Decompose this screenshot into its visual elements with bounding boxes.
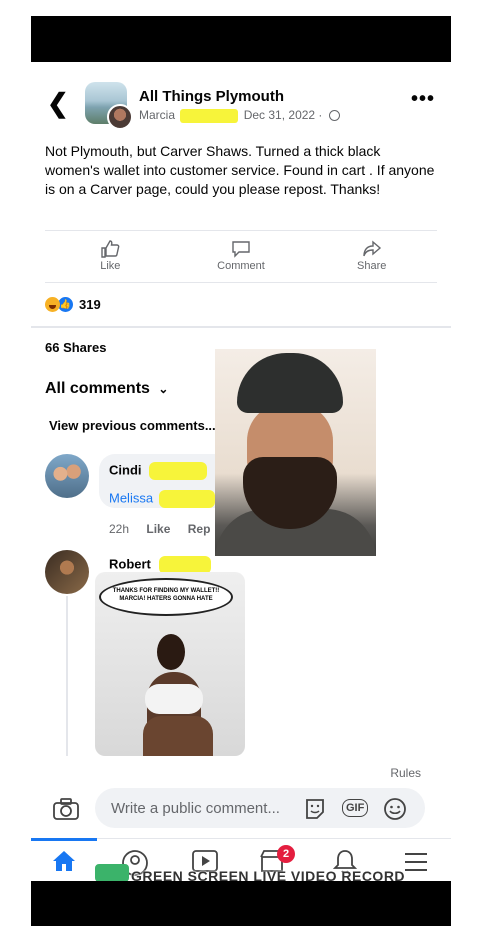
author-name[interactable]: Marcia (139, 108, 175, 122)
view-previous-comments[interactable]: View previous comments... (49, 418, 216, 433)
meme-speech-bubble: THANKS FOR FINDING MY WALLET!! MARCIA! H… (99, 578, 233, 616)
tagged-user-name: Melissa (109, 490, 154, 506)
author-avatar[interactable] (107, 104, 133, 130)
more-options-icon[interactable]: ••• (411, 88, 435, 111)
sticker-icon[interactable] (303, 797, 327, 824)
redaction-highlight (149, 462, 208, 480)
home-icon[interactable] (51, 849, 77, 878)
tagged-user-link[interactable]: Melissa (109, 490, 215, 508)
meme-figure-head (157, 634, 185, 670)
comment-reply-button[interactable]: Rep (188, 522, 211, 536)
comments-filter-label: All comments (45, 380, 150, 397)
reactions-summary[interactable]: 👍 319 (45, 294, 101, 314)
comment-input[interactable]: Write a public comment... (95, 788, 425, 828)
comment-author[interactable]: Cindi (109, 462, 208, 480)
top-black-bar (31, 16, 451, 62)
menu-icon[interactable] (403, 851, 429, 878)
bottom-black-bar (31, 881, 451, 926)
share-button[interactable]: Share (306, 240, 437, 274)
avatar[interactable] (45, 454, 89, 498)
thumbs-up-icon (101, 240, 120, 258)
haha-icon (45, 296, 60, 312)
globe-icon (328, 110, 340, 122)
share-icon (362, 240, 381, 257)
active-tab-indicator (31, 838, 97, 841)
comment-label: Comment (217, 260, 265, 272)
phone-screen: ❮ All Things Plymouth Marcia Dec 31, 202… (31, 16, 451, 926)
comment-like-button[interactable]: Like (146, 522, 170, 536)
meme-figure-swimsuit (145, 684, 203, 714)
redaction-highlight (180, 108, 239, 123)
thread-line (66, 596, 68, 756)
post-actions: Like Comment Share (45, 240, 437, 274)
shares-count[interactable]: 66 Shares (45, 340, 106, 355)
like-button[interactable]: Like (45, 240, 176, 274)
comment-composer: Write a public comment... GIF (31, 786, 451, 836)
comment-time: 22h (109, 522, 130, 536)
camera-icon[interactable] (53, 798, 79, 825)
divider (31, 326, 451, 328)
green-screen-logo (95, 864, 129, 882)
presenter-beanie (237, 353, 343, 413)
share-label: Share (357, 260, 387, 272)
comment-author-name: Cindi (109, 462, 142, 478)
post-header: ❮ All Things Plymouth Marcia Dec 31, 202… (31, 78, 451, 134)
divider (45, 282, 437, 283)
post-meta: Marcia Dec 31, 2022 · (139, 108, 340, 123)
comments-filter-dropdown[interactable]: All comments ⌄ (45, 380, 168, 398)
divider (45, 230, 437, 231)
rules-link[interactable]: Rules (390, 766, 421, 780)
post-text: Not Plymouth, but Carver Shaws. Turned a… (45, 143, 435, 197)
group-name[interactable]: All Things Plymouth (139, 88, 284, 105)
comment-meme-image[interactable]: THANKS FOR FINDING MY WALLET!! MARCIA! H… (95, 572, 245, 756)
redaction-highlight (158, 490, 215, 508)
comment-button[interactable]: Comment (176, 240, 307, 274)
post-date: Dec 31, 2022 · (243, 108, 323, 122)
like-label: Like (100, 260, 121, 272)
avatar[interactable] (45, 550, 89, 594)
comment-icon (232, 241, 250, 258)
meme-figure-legs (143, 716, 213, 756)
comment-author-name: Robert (109, 556, 151, 572)
notification-badge: 2 (277, 845, 295, 863)
presenter-video-overlay (215, 349, 376, 556)
emoji-icon[interactable] (383, 797, 407, 824)
back-arrow-icon[interactable]: ❮ (47, 88, 69, 119)
chevron-down-icon: ⌄ (158, 382, 169, 396)
gif-button[interactable]: GIF (342, 799, 369, 817)
comment-meta: 22h Like Rep (109, 522, 224, 536)
reaction-count: 319 (79, 296, 101, 312)
